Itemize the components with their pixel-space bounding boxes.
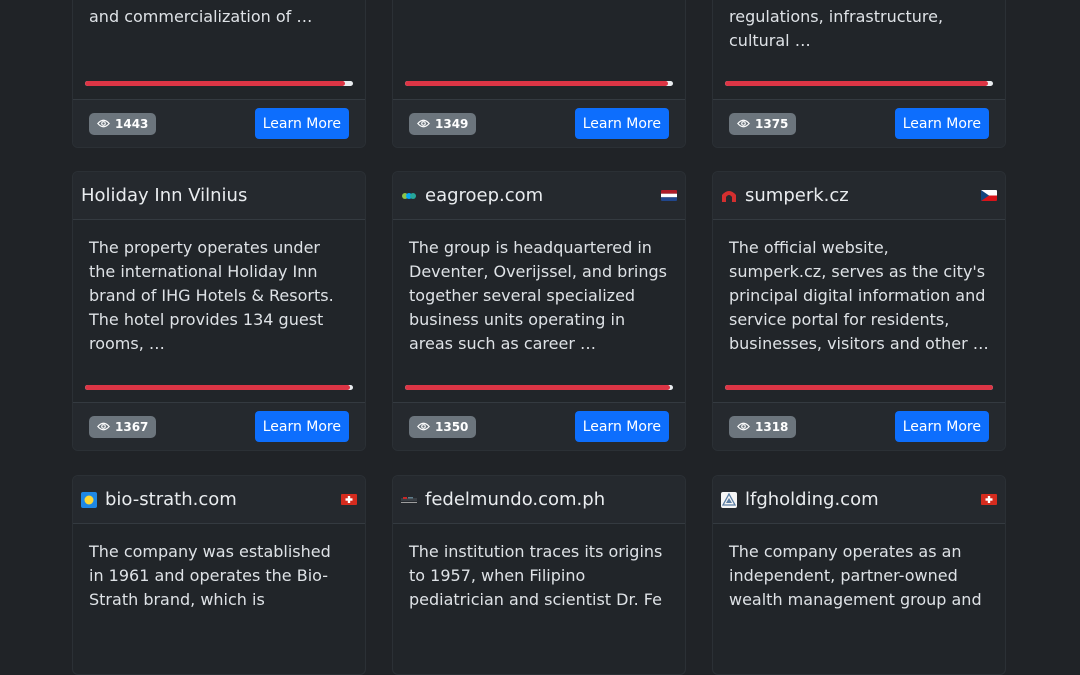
- card-row1-col1: and commercialization of … 1443 Learn Mo…: [72, 0, 366, 148]
- swiss-flag: [341, 494, 357, 505]
- eye-icon: [417, 422, 430, 431]
- eye-icon: [737, 422, 750, 431]
- card-header: sumperk.cz: [713, 172, 1005, 220]
- card-description: The company operates as an independent, …: [729, 542, 982, 609]
- card-title[interactable]: fedelmundo.com.ph: [425, 489, 677, 510]
- views-count: 1367: [115, 419, 149, 434]
- card-sumperk: sumperk.cz The official website, sumperk…: [712, 171, 1006, 451]
- card-description: The group is headquartered in Deventer, …: [409, 238, 667, 353]
- card-footer: 1318 Learn More: [713, 402, 1005, 450]
- views-count: 1350: [435, 419, 469, 434]
- card-footer: 1367 Learn More: [73, 402, 365, 450]
- lfgholding-logo-icon: [721, 491, 737, 508]
- card-header: bio-strath.com: [73, 476, 365, 524]
- eye-icon: [737, 119, 750, 128]
- eagroep-logo-icon: [402, 192, 416, 199]
- card-description: The official website, sumperk.cz, serves…: [729, 238, 989, 353]
- eye-icon: [417, 119, 430, 128]
- progress-bar: [405, 385, 673, 390]
- card-lfgholding: lfgholding.com The company operates as a…: [712, 475, 1006, 675]
- card-footer: 1349 Learn More: [393, 99, 685, 147]
- learn-more-button[interactable]: Learn More: [574, 108, 669, 139]
- card-holiday-inn-vilnius: Holiday Inn Vilnius The property operate…: [72, 171, 366, 451]
- progress-bar: [725, 81, 993, 86]
- views-badge: 1318: [729, 415, 797, 438]
- card-description: The institution traces its origins to 19…: [409, 542, 663, 609]
- views-count: 1318: [755, 419, 789, 434]
- card-row1-col3: regulations, infrastructure, cultural … …: [712, 0, 1006, 148]
- card-eagroep: eagroep.com The group is headquartered i…: [392, 171, 686, 451]
- card-header: lfgholding.com: [713, 476, 1005, 524]
- sumperk-logo-icon: [722, 190, 736, 202]
- views-count: 1349: [435, 116, 469, 131]
- learn-more-button[interactable]: Learn More: [894, 108, 989, 139]
- views-badge: 1375: [729, 112, 797, 135]
- learn-more-button[interactable]: Learn More: [894, 411, 989, 442]
- card-row1-col2: 1349 Learn More: [392, 0, 686, 148]
- card-title[interactable]: eagroep.com: [425, 185, 661, 206]
- card-header: fedelmundo.com.ph: [393, 476, 685, 524]
- card-footer: 1443 Learn More: [73, 99, 365, 147]
- card-description: The company was established in 1961 and …: [89, 542, 331, 609]
- views-count: 1443: [115, 116, 149, 131]
- learn-more-button[interactable]: Learn More: [254, 108, 349, 139]
- netherlands-flag: [661, 190, 677, 201]
- card-footer: 1350 Learn More: [393, 402, 685, 450]
- views-badge: 1443: [89, 112, 157, 135]
- eye-icon: [97, 119, 110, 128]
- learn-more-button[interactable]: Learn More: [254, 411, 349, 442]
- card-title[interactable]: lfgholding.com: [745, 489, 981, 510]
- fedelmundo-logo-icon: [401, 496, 417, 503]
- card-description: regulations, infrastructure, cultural …: [729, 7, 944, 50]
- card-header: Holiday Inn Vilnius: [73, 172, 365, 220]
- progress-bar: [725, 385, 993, 390]
- czech-flag: [981, 190, 997, 201]
- swiss-flag: [981, 494, 997, 505]
- card-description: The property operates under the internat…: [89, 238, 334, 353]
- card-title[interactable]: sumperk.cz: [745, 185, 981, 206]
- views-badge: 1349: [409, 112, 477, 135]
- bio-strath-logo-icon: [81, 491, 97, 508]
- views-count: 1375: [755, 116, 789, 131]
- card-bio-strath: bio-strath.com The company was establish…: [72, 475, 366, 675]
- progress-bar: [405, 81, 673, 86]
- progress-bar: [85, 385, 353, 390]
- views-badge: 1350: [409, 415, 477, 438]
- card-title[interactable]: bio-strath.com: [105, 489, 341, 510]
- card-header: eagroep.com: [393, 172, 685, 220]
- progress-bar: [85, 81, 353, 86]
- card-footer: 1375 Learn More: [713, 99, 1005, 147]
- eye-icon: [97, 422, 110, 431]
- card-description: and commercialization of …: [89, 7, 313, 26]
- card-title[interactable]: Holiday Inn Vilnius: [81, 185, 357, 206]
- views-badge: 1367: [89, 415, 157, 438]
- learn-more-button[interactable]: Learn More: [574, 411, 669, 442]
- card-fedelmundo: fedelmundo.com.ph The institution traces…: [392, 475, 686, 675]
